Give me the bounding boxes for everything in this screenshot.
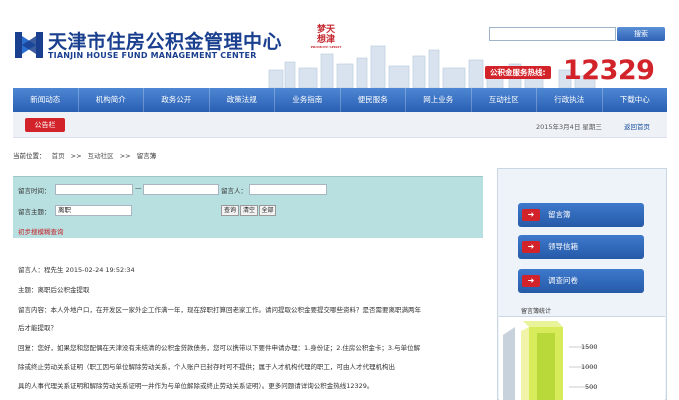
breadcrumb: 当前位置： 首页 >> 互动社区 >> 留言簿 xyxy=(13,150,160,160)
message-content-line: 后才能提取？ xyxy=(18,324,57,332)
reply-line: 具的人事代理关系证明和解除劳动关系证明一并作为与单位解除或终止劳动关系证明）。更… xyxy=(18,382,374,390)
author-label: 留言人： xyxy=(221,187,247,195)
y-tick-label: 500 xyxy=(585,383,598,391)
leader-mailbox-button-label: 领导信箱 xyxy=(548,242,578,251)
breadcrumb-separator: >> xyxy=(119,152,131,160)
nav-item-disclosure[interactable]: 政务公开 xyxy=(144,88,210,112)
fuzzy-search-link[interactable]: 初步搜模糊查询 xyxy=(18,226,64,236)
site-title: 天津市住房公积金管理中心 xyxy=(48,31,283,53)
survey-button-label: 调查问卷 xyxy=(548,276,578,285)
nav-item-services[interactable]: 便民服务 xyxy=(341,88,406,112)
site-header: 天津市住房公积金管理中心 TIANJIN HOUSE FUND MANAGEME… xyxy=(0,0,679,88)
nav-item-downloads[interactable]: 下载中心 xyxy=(603,88,668,112)
survey-button[interactable]: ➜ 调查问卷 xyxy=(518,269,644,293)
main-nav: 新闻动态 机构简介 政务公开 政策法规 业务指南 便民服务 网上业务 互动社区 … xyxy=(13,88,667,112)
guestbook-button-label: 留言簿 xyxy=(548,210,571,219)
logo-icon xyxy=(15,32,43,58)
arrow-right-icon: ➜ xyxy=(522,241,540,253)
leader-mailbox-button[interactable]: ➜ 领导信箱 xyxy=(518,235,644,259)
seal-subtitle: PROMOTE SPIRIT xyxy=(310,45,342,49)
breadcrumb-label: 当前位置： xyxy=(13,152,46,160)
topic-label: 留言主题： xyxy=(18,208,51,216)
nav-item-online[interactable]: 网上业务 xyxy=(406,88,472,112)
y-tick-label: 1500 xyxy=(581,343,598,351)
nav-item-policy[interactable]: 政策法规 xyxy=(210,88,275,112)
seal-line-1: 梦天 xyxy=(316,25,335,35)
arrow-right-icon: ➜ xyxy=(522,209,540,221)
search-button[interactable]: 搜索 xyxy=(617,27,665,41)
y-tick-label: 1000 xyxy=(581,363,598,371)
message-content-line: 留言内容：本人外地户口，在开发区一家外企工作满一年，现在辞职打算回老家工作。请问… xyxy=(18,306,421,314)
search-input[interactable] xyxy=(489,27,616,41)
breadcrumb-current: 留言簿 xyxy=(136,152,157,160)
date-separator: — xyxy=(135,184,142,192)
hotline-number: 12329 xyxy=(563,55,655,86)
nav-item-community[interactable]: 互动社区 xyxy=(472,88,537,112)
breadcrumb-separator: >> xyxy=(70,152,82,160)
query-button[interactable]: 查询 xyxy=(221,205,239,216)
current-date: 2015年3月4日 星期三 xyxy=(536,121,602,131)
reply-line: 回复：您好，如果您和您配偶在天津没有未结清的公积金贷款债务，您可以携带以下要件申… xyxy=(18,344,421,352)
nav-item-about[interactable]: 机构简介 xyxy=(79,88,144,112)
message-author: 留言人：程先生 2015-02-24 19:52:34 xyxy=(18,266,135,274)
nav-item-enforcement[interactable]: 行政执法 xyxy=(537,88,603,112)
topic-field[interactable]: 离职 xyxy=(55,205,132,216)
end-date-field[interactable] xyxy=(143,184,219,195)
guestbook-button[interactable]: ➜ 留言簿 xyxy=(518,203,644,227)
time-label: 留言时间： xyxy=(18,187,51,195)
date-value: 2015年3月4日 xyxy=(536,123,581,131)
stats-bar-graphic xyxy=(503,321,597,400)
start-date-field[interactable] xyxy=(55,184,133,195)
seal-line-2: 想津 xyxy=(316,35,335,45)
nav-item-news[interactable]: 新闻动态 xyxy=(13,88,79,112)
all-button[interactable]: 全部 xyxy=(259,205,276,216)
nav-item-guide[interactable]: 业务指南 xyxy=(275,88,341,112)
site-title-english: TIANJIN HOUSE FUND MANAGEMENT CENTER xyxy=(48,51,257,60)
hotline-label: 公积金服务热线: xyxy=(485,66,551,79)
clear-button[interactable]: 清空 xyxy=(240,205,258,216)
author-field[interactable] xyxy=(249,184,327,195)
notice-bar: 公告栏 2015年3月4日 星期三 返回首页 xyxy=(13,112,667,138)
guestbook-stats-chart: 1500 1000 500 xyxy=(499,316,665,400)
guestbook-stats-title: 留言簿统计 xyxy=(521,308,552,315)
arrow-right-icon: ➜ xyxy=(522,275,540,287)
breadcrumb-community[interactable]: 互动社区 xyxy=(88,152,114,160)
breadcrumb-home[interactable]: 首页 xyxy=(52,152,65,160)
reply-line: 除或终止劳动关系证明（职工因与单位解除劳动关系，个人账户已封存时可不提供；属于人… xyxy=(18,363,395,371)
home-link[interactable]: 返回首页 xyxy=(624,121,650,131)
seal-logo: 梦天 想津 PROMOTE SPIRIT xyxy=(308,25,344,61)
notice-board-button[interactable]: 公告栏 xyxy=(25,118,65,132)
weekday-value: 星期三 xyxy=(582,123,602,131)
message-topic: 主题：离职后公积金提取 xyxy=(18,286,90,294)
